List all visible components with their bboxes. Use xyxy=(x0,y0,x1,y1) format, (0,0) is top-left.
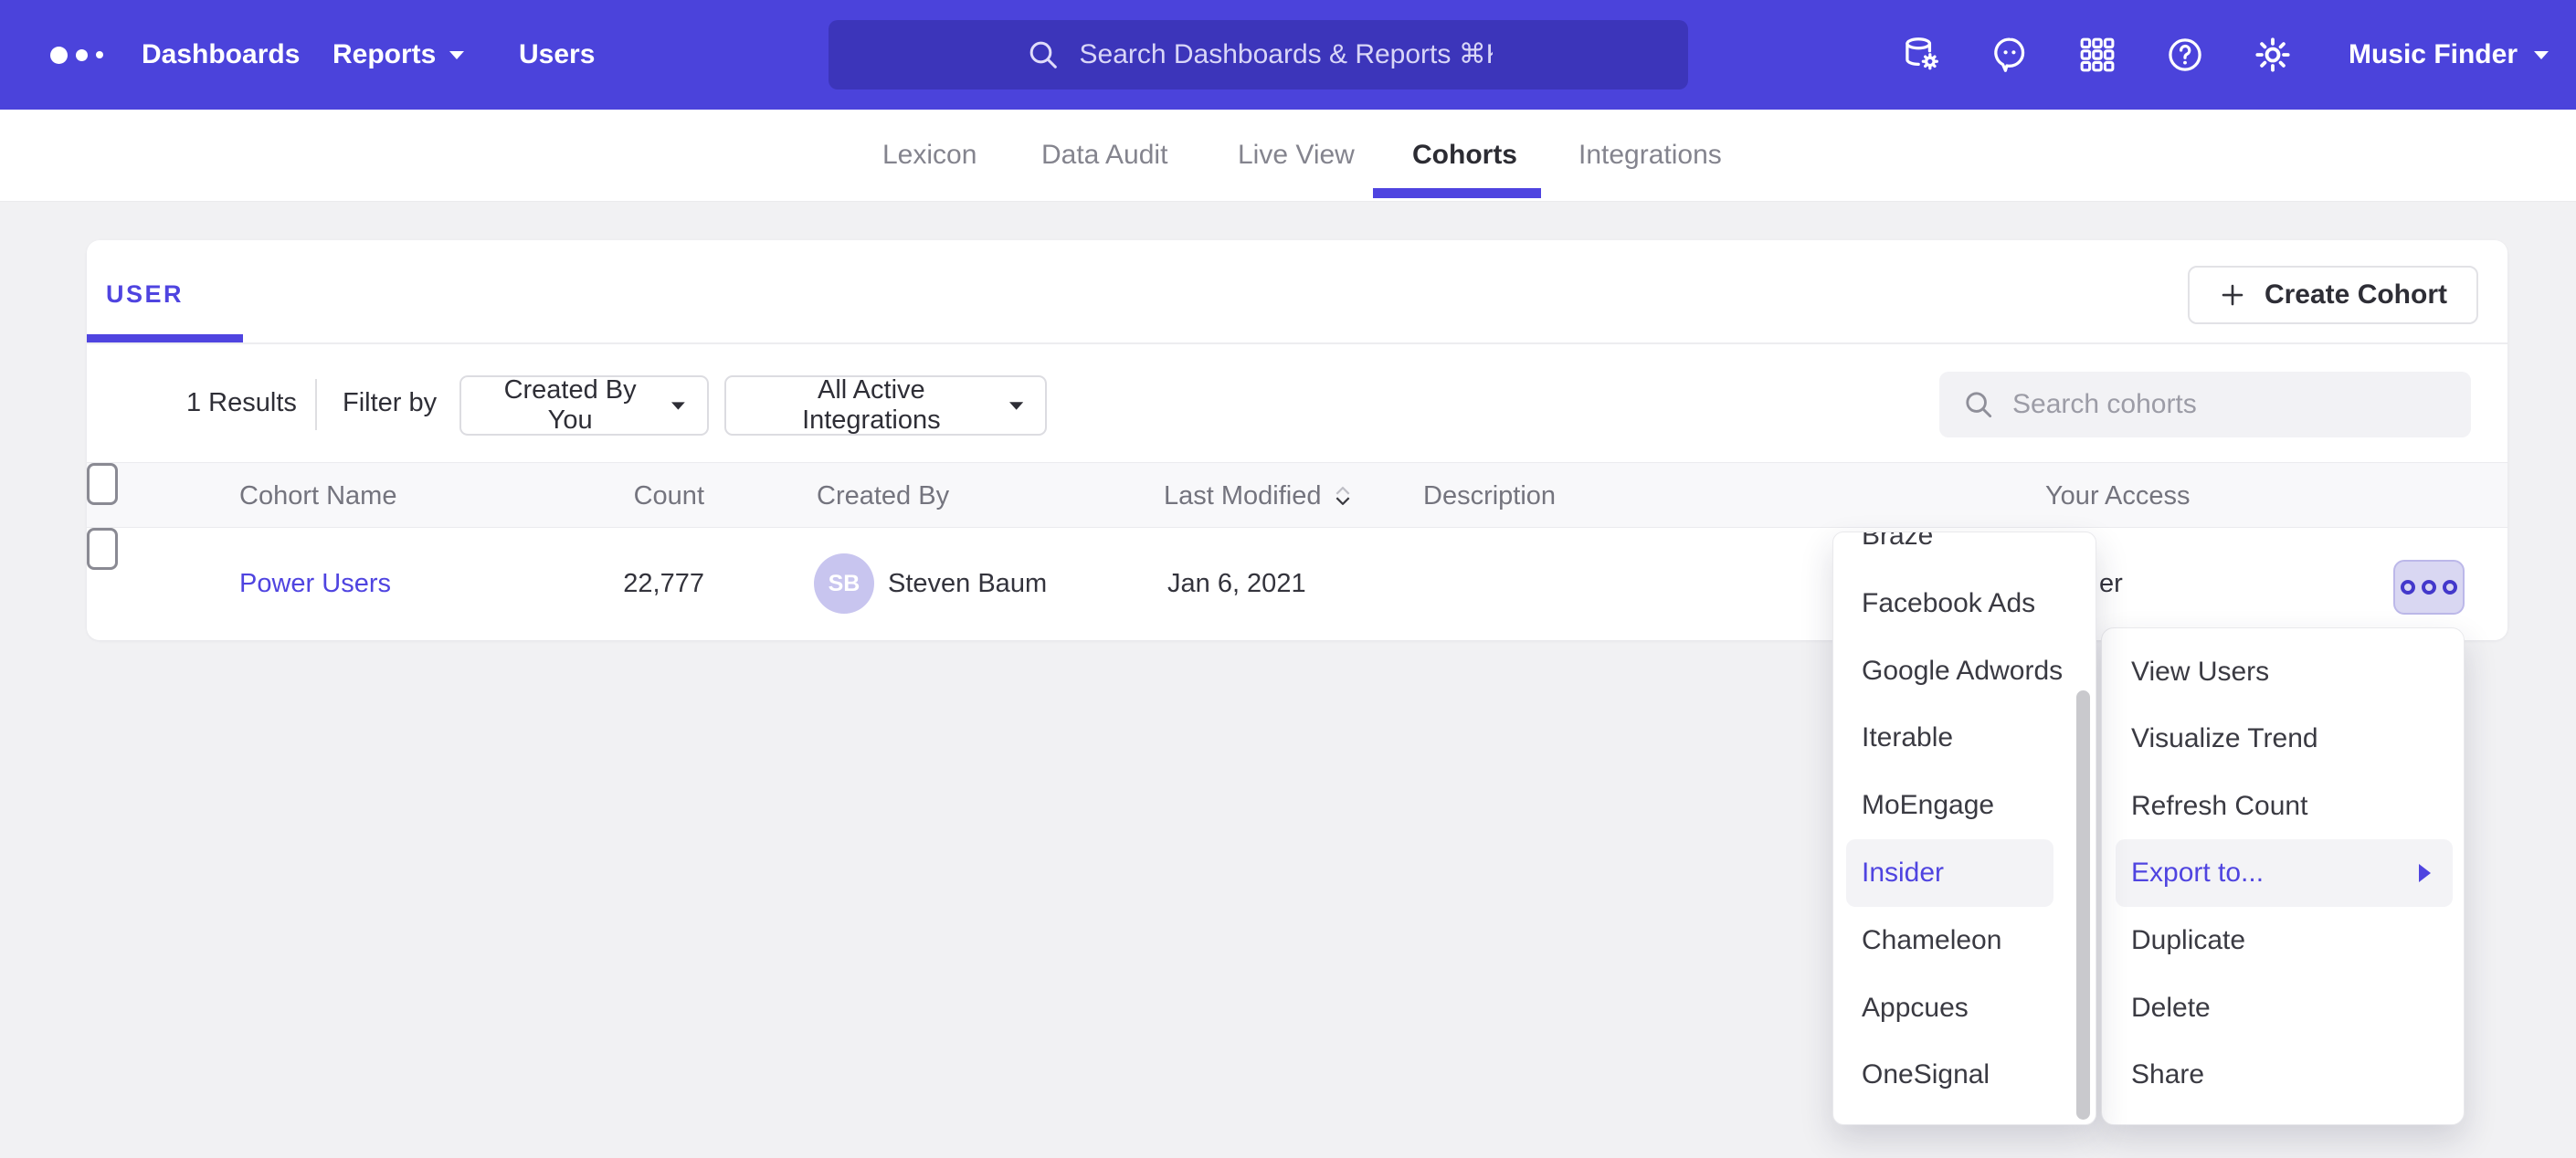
column-header-count: Count xyxy=(480,463,704,529)
search-icon xyxy=(1025,37,1061,73)
section-tabbar: Lexicon Data Audit Live View Cohorts Int… xyxy=(0,110,2576,202)
menu-item-visualize-trend[interactable]: Visualize Trend xyxy=(2102,705,2464,773)
column-header-your-access: Your Access xyxy=(2045,463,2191,529)
feedback-icon[interactable] xyxy=(1989,34,2031,76)
cohort-count: 22,777 xyxy=(480,528,704,640)
help-icon[interactable] xyxy=(2164,34,2206,76)
nav-link-dashboards[interactable]: Dashboards xyxy=(142,0,300,110)
filter-by-label: Filter by xyxy=(343,371,437,435)
circle-dot-icon xyxy=(2443,580,2457,595)
menu-item-delete[interactable]: Delete xyxy=(2102,974,2464,1042)
menu-item-chameleon[interactable]: Chameleon xyxy=(1833,907,2096,974)
user-tab-underline xyxy=(87,334,243,342)
column-header-description: Description xyxy=(1423,463,1556,529)
menu-item-duplicate[interactable]: Duplicate xyxy=(2102,907,2464,974)
nav-link-reports[interactable]: Reports xyxy=(333,0,464,110)
table-row: Power Users 22,777 SB Steven Baum Jan 6,… xyxy=(87,528,2507,640)
tab-data-audit[interactable]: Data Audit xyxy=(1041,110,1167,201)
menu-item-iterable[interactable]: Iterable xyxy=(1833,704,2096,772)
created-by-name: Steven Baum xyxy=(888,528,1047,640)
data-settings-icon[interactable] xyxy=(1901,34,1943,76)
cohorts-card: USER Create Cohort 1 Results Filter by C… xyxy=(87,240,2507,640)
results-count: 1 Results xyxy=(186,371,297,435)
circle-dot-icon xyxy=(2422,580,2436,595)
column-header-last-modified[interactable]: Last Modified xyxy=(1164,463,1352,529)
menu-item-facebook-ads[interactable]: Facebook Ads xyxy=(1833,570,2096,637)
menu-item-insider[interactable]: Insider xyxy=(1846,839,2053,907)
cohort-search-input[interactable] xyxy=(2012,389,2471,420)
menu-item-braze[interactable]: Braze xyxy=(1833,532,2096,570)
global-search-input[interactable] xyxy=(1080,39,1493,70)
menu-item-google-adwords[interactable]: Google Adwords xyxy=(1833,637,2096,705)
menu-item-label: Export to... xyxy=(2131,858,2264,889)
row-actions-button[interactable] xyxy=(2393,560,2465,615)
brand-dot-large xyxy=(50,47,68,64)
row-checkbox[interactable] xyxy=(87,528,118,570)
circle-dot-icon xyxy=(2401,580,2415,595)
last-modified-date: Jan 6, 2021 xyxy=(1167,528,1306,640)
nav-link-label: Dashboards xyxy=(142,39,300,70)
sort-icon xyxy=(1334,485,1352,507)
cohorts-page: Dashboards Reports Users xyxy=(0,0,2576,1158)
column-header-label: Last Modified xyxy=(1164,481,1322,511)
export-menu-scrollbar-thumb[interactable] xyxy=(2076,690,2090,1120)
menu-item-onesignal[interactable]: OneSignal xyxy=(1833,1041,2096,1109)
settings-gear-icon[interactable] xyxy=(2252,34,2294,76)
submenu-arrow-icon xyxy=(2419,864,2431,882)
plus-icon xyxy=(2219,281,2246,309)
chevron-down-icon xyxy=(1009,402,1023,410)
cohort-search-bar[interactable] xyxy=(1939,372,2471,437)
menu-item-export-to[interactable]: Export to... xyxy=(2116,839,2453,907)
search-icon xyxy=(1961,387,1996,422)
global-search-bar[interactable] xyxy=(829,20,1688,89)
nav-link-label: Users xyxy=(519,39,595,70)
menu-item-appcues[interactable]: Appcues xyxy=(1833,974,2096,1042)
integrations-filter-dropdown[interactable]: All Active Integrations xyxy=(724,375,1047,436)
brand-dots-logo[interactable] xyxy=(50,0,103,110)
active-tab-underline xyxy=(1373,188,1541,198)
tab-user-cohorts[interactable]: USER xyxy=(106,280,184,309)
column-header-cohort-name: Cohort Name xyxy=(239,463,396,529)
navbar-right-controls: Music Finder xyxy=(1901,0,2549,110)
table-header-row: Cohort Name Count Created By Last Modifi… xyxy=(87,462,2507,528)
cohort-name-link[interactable]: Power Users xyxy=(239,528,391,640)
tab-lexicon[interactable]: Lexicon xyxy=(882,110,977,201)
menu-item-refresh-count[interactable]: Refresh Count xyxy=(2102,773,2464,840)
divider xyxy=(87,342,2507,344)
nav-link-users[interactable]: Users xyxy=(519,0,595,110)
create-cohort-button[interactable]: Create Cohort xyxy=(2188,266,2478,324)
avatar: SB xyxy=(814,553,874,614)
row-context-menu: View Users Visualize Trend Refresh Count… xyxy=(2101,627,2465,1125)
chevron-down-icon xyxy=(671,402,685,410)
column-header-created-by: Created By xyxy=(817,463,949,529)
your-access-value-partial: er xyxy=(2099,528,2123,640)
brand-dot-medium xyxy=(76,49,88,61)
apps-grid-icon[interactable] xyxy=(2076,34,2118,76)
created-by-filter-dropdown[interactable]: Created By You xyxy=(459,375,709,436)
divider xyxy=(315,379,317,430)
tab-live-view[interactable]: Live View xyxy=(1238,110,1355,201)
tab-cohorts[interactable]: Cohorts xyxy=(1412,110,1517,201)
chevron-down-icon xyxy=(449,51,464,59)
menu-item-view-users[interactable]: View Users xyxy=(2102,638,2464,706)
top-navbar: Dashboards Reports Users xyxy=(0,0,2576,110)
tab-integrations[interactable]: Integrations xyxy=(1578,110,1722,201)
export-destinations-menu: Braze Facebook Ads Google Adwords Iterab… xyxy=(1832,532,2096,1125)
nav-link-label: Reports xyxy=(333,39,436,70)
menu-item-moengage[interactable]: MoEngage xyxy=(1833,772,2096,839)
brand-dot-small xyxy=(96,51,103,58)
project-switcher[interactable]: Music Finder xyxy=(2349,39,2549,70)
chevron-down-icon xyxy=(2534,51,2549,59)
create-cohort-label: Create Cohort xyxy=(2265,279,2447,311)
created-by-filter-value: Created By You xyxy=(485,375,655,436)
menu-item-share[interactable]: Share xyxy=(2102,1041,2464,1109)
integrations-filter-value: All Active Integrations xyxy=(750,375,993,436)
select-all-checkbox[interactable] xyxy=(87,463,118,505)
project-name: Music Finder xyxy=(2349,39,2518,70)
